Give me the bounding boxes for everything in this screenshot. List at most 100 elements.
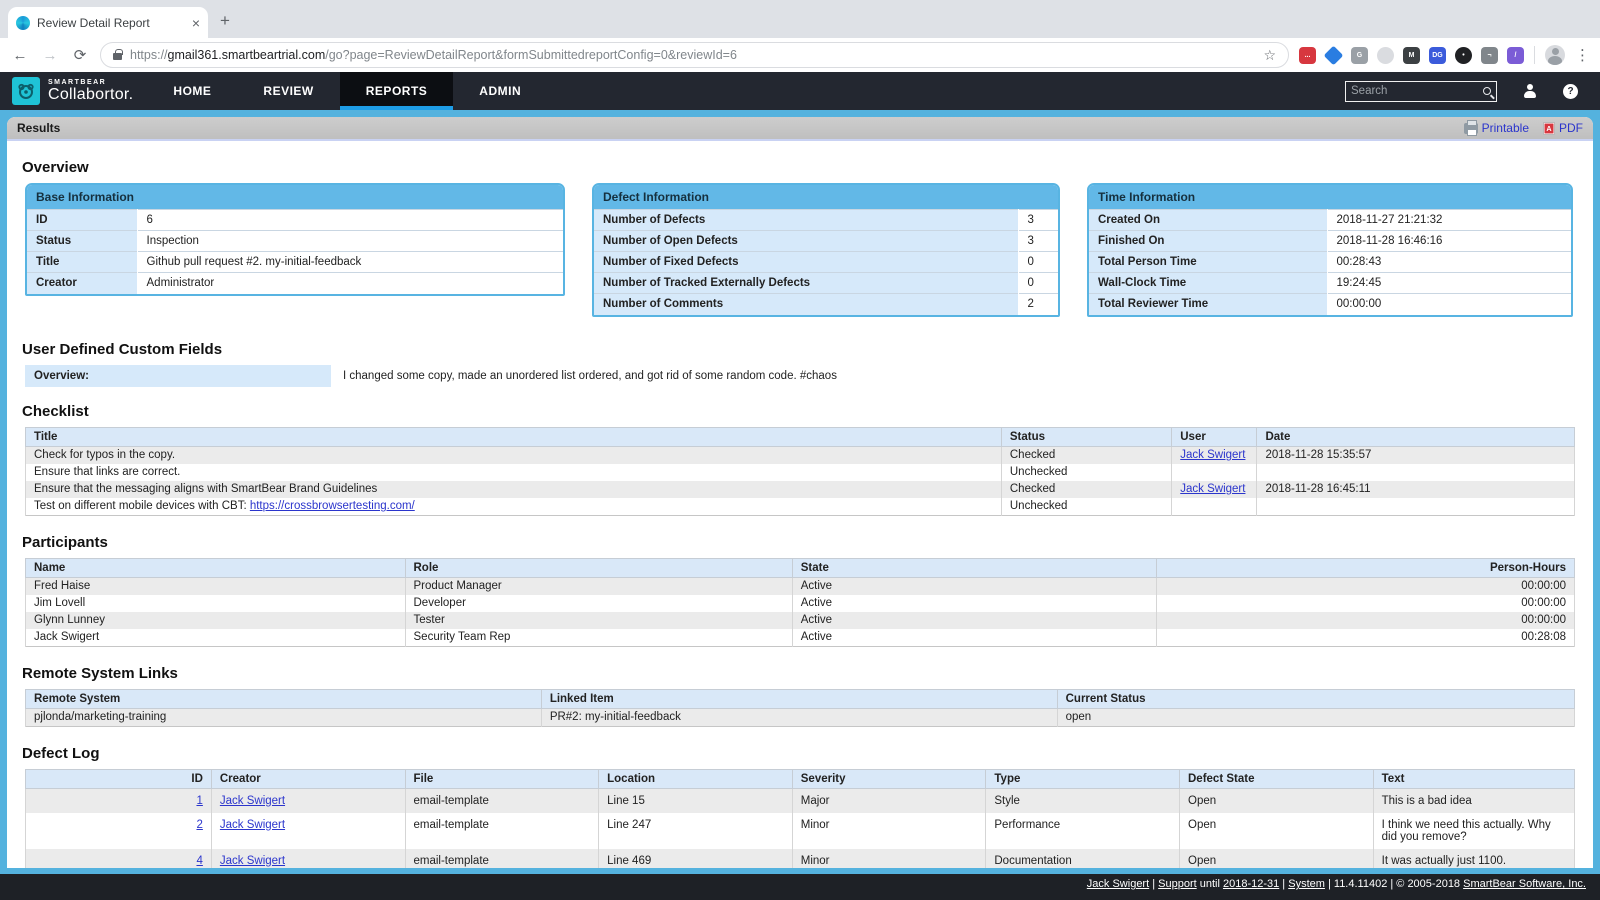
info-value: 00:28:43 xyxy=(1327,252,1571,273)
footer-link[interactable]: System xyxy=(1288,878,1325,890)
column-header: Type xyxy=(986,769,1180,788)
checklist-url-link[interactable]: https://crossbrowsertesting.com/ xyxy=(250,500,415,512)
table-row: pjlonda/marketing-trainingPR#2: my-initi… xyxy=(26,708,1575,726)
dg-extension-icon[interactable]: DG xyxy=(1429,47,1446,64)
user-account-icon[interactable] xyxy=(1523,84,1537,98)
address-bar[interactable]: https://gmail361.smartbeartrial.com/go?p… xyxy=(100,42,1289,68)
help-icon[interactable]: ? xyxy=(1563,84,1578,99)
table-cell: Line 247 xyxy=(599,813,793,849)
browser-profile-avatar[interactable] xyxy=(1545,45,1565,65)
defect-log-table: IDCreatorFileLocationSeverityTypeDefect … xyxy=(25,769,1575,869)
browser-menu-icon[interactable]: ⋮ xyxy=(1575,46,1590,64)
table-cell: email-template xyxy=(405,788,599,813)
info-row: Number of Defects3 xyxy=(594,210,1058,231)
search-box[interactable] xyxy=(1345,81,1497,102)
column-header: ID xyxy=(26,769,212,788)
table-cell xyxy=(1257,464,1575,481)
user-link[interactable]: Jack Swigert xyxy=(220,795,285,807)
pdf-link[interactable]: PDF xyxy=(1543,121,1583,135)
user-link[interactable]: Jack Swigert xyxy=(1180,449,1245,461)
back-button[interactable]: ← xyxy=(10,47,30,64)
participants-heading: Participants xyxy=(22,534,1584,551)
footer-link[interactable]: Support xyxy=(1158,878,1197,890)
table-cell: Fred Haise xyxy=(26,577,406,595)
column-header: File xyxy=(405,769,599,788)
forward-button[interactable]: → xyxy=(40,47,60,64)
user-link[interactable]: Jack Swigert xyxy=(220,855,285,867)
table-cell: Open xyxy=(1180,788,1374,813)
column-header: Date xyxy=(1257,427,1575,446)
footer-link[interactable]: SmartBear Software, Inc. xyxy=(1463,878,1586,890)
brand-logo-block[interactable]: SMARTBEAR Collabortor. xyxy=(0,72,147,110)
reload-button[interactable]: ⟳ xyxy=(70,46,90,64)
info-value: 19:24:45 xyxy=(1327,273,1571,294)
info-value: 0 xyxy=(1018,252,1058,273)
table-cell: Open xyxy=(1180,849,1374,869)
defect-id-link[interactable]: 2 xyxy=(196,819,202,831)
search-input[interactable] xyxy=(1351,85,1483,97)
table-cell: Documentation xyxy=(986,849,1180,869)
info-row: StatusInspection xyxy=(27,231,563,252)
dark-circle-extension-icon[interactable]: • xyxy=(1455,47,1472,64)
participants-table: NameRoleStatePerson-HoursFred HaiseProdu… xyxy=(25,558,1575,647)
g-extension-icon[interactable]: G xyxy=(1351,47,1368,64)
table-cell: Minor xyxy=(792,849,986,869)
new-tab-button[interactable]: + xyxy=(220,11,230,31)
defect-id-link[interactable]: 4 xyxy=(196,855,202,867)
table-cell: Jack Swigert xyxy=(211,788,405,813)
red-grid-extension-icon[interactable]: ... xyxy=(1299,47,1316,64)
table-cell: 4 xyxy=(26,849,212,869)
info-label: Created On xyxy=(1089,210,1327,231)
tab-close-icon[interactable]: × xyxy=(192,15,200,31)
printable-link[interactable]: Printable xyxy=(1464,121,1529,135)
table-cell: Line 15 xyxy=(599,788,793,813)
blue-diamond-extension-icon[interactable] xyxy=(1324,45,1344,65)
participants-header-row: NameRoleStatePerson-Hours xyxy=(26,558,1575,577)
table-cell: Jack Swigert xyxy=(26,629,406,647)
browser-tab[interactable]: Review Detail Report × xyxy=(8,7,208,38)
nav-item-reports[interactable]: REPORTS xyxy=(340,72,454,110)
table-cell: Active xyxy=(792,595,1156,612)
smartbear-logo-icon xyxy=(12,77,40,105)
m-extension-icon[interactable]: M xyxy=(1403,47,1420,64)
footer-link[interactable]: 2018-12-31 xyxy=(1223,878,1279,890)
table-cell: Unchecked xyxy=(1001,464,1171,481)
info-label: Title xyxy=(27,252,137,273)
search-icon[interactable] xyxy=(1483,87,1491,95)
info-value: Administrator xyxy=(137,273,563,294)
info-value: 3 xyxy=(1018,210,1058,231)
table-cell xyxy=(1172,498,1257,516)
table-cell: 00:00:00 xyxy=(1156,595,1574,612)
user-link[interactable]: Jack Swigert xyxy=(1180,483,1245,495)
remote-links-table: Remote SystemLinked ItemCurrent Statuspj… xyxy=(25,689,1575,727)
table-cell: I think we need this actually. Why did y… xyxy=(1373,813,1574,849)
browser-tab-bar: Review Detail Report × + xyxy=(0,0,1600,38)
info-label: Number of Comments xyxy=(594,294,1018,315)
nav-item-admin[interactable]: ADMIN xyxy=(453,72,547,110)
table-cell: Jack Swigert xyxy=(211,849,405,869)
nav-item-home[interactable]: HOME xyxy=(147,72,237,110)
defect-id-link[interactable]: 1 xyxy=(196,795,202,807)
lock-icon[interactable] xyxy=(113,53,122,60)
nav-item-review[interactable]: REVIEW xyxy=(237,72,339,110)
info-label: Total Person Time xyxy=(1089,252,1327,273)
info-label: Total Reviewer Time xyxy=(1089,294,1327,315)
info-value: 2 xyxy=(1018,294,1058,315)
gray-circle-extension-icon[interactable] xyxy=(1377,47,1394,64)
bookmark-star-icon[interactable]: ☆ xyxy=(1263,47,1276,64)
table-cell xyxy=(1257,498,1575,516)
info-label: Creator xyxy=(27,273,137,294)
extensions-row: ... G M DG • ¬ / xyxy=(1299,47,1524,64)
purple-pen-extension-icon[interactable]: / xyxy=(1507,47,1524,64)
footer-link[interactable]: Jack Swigert xyxy=(1087,878,1149,890)
info-label: Finished On xyxy=(1089,231,1327,252)
table-cell: 1 xyxy=(26,788,212,813)
info-label: Number of Open Defects xyxy=(594,231,1018,252)
custom-field-label: Overview: xyxy=(25,365,331,387)
user-link[interactable]: Jack Swigert xyxy=(220,819,285,831)
results-bar: Results Printable PDF xyxy=(7,117,1593,141)
overview-info-row: Base Information ID6StatusInspectionTitl… xyxy=(25,183,1575,317)
report-content: Overview Base Information ID6StatusInspe… xyxy=(7,141,1593,868)
info-label: Status xyxy=(27,231,137,252)
gray-tool-extension-icon[interactable]: ¬ xyxy=(1481,47,1498,64)
